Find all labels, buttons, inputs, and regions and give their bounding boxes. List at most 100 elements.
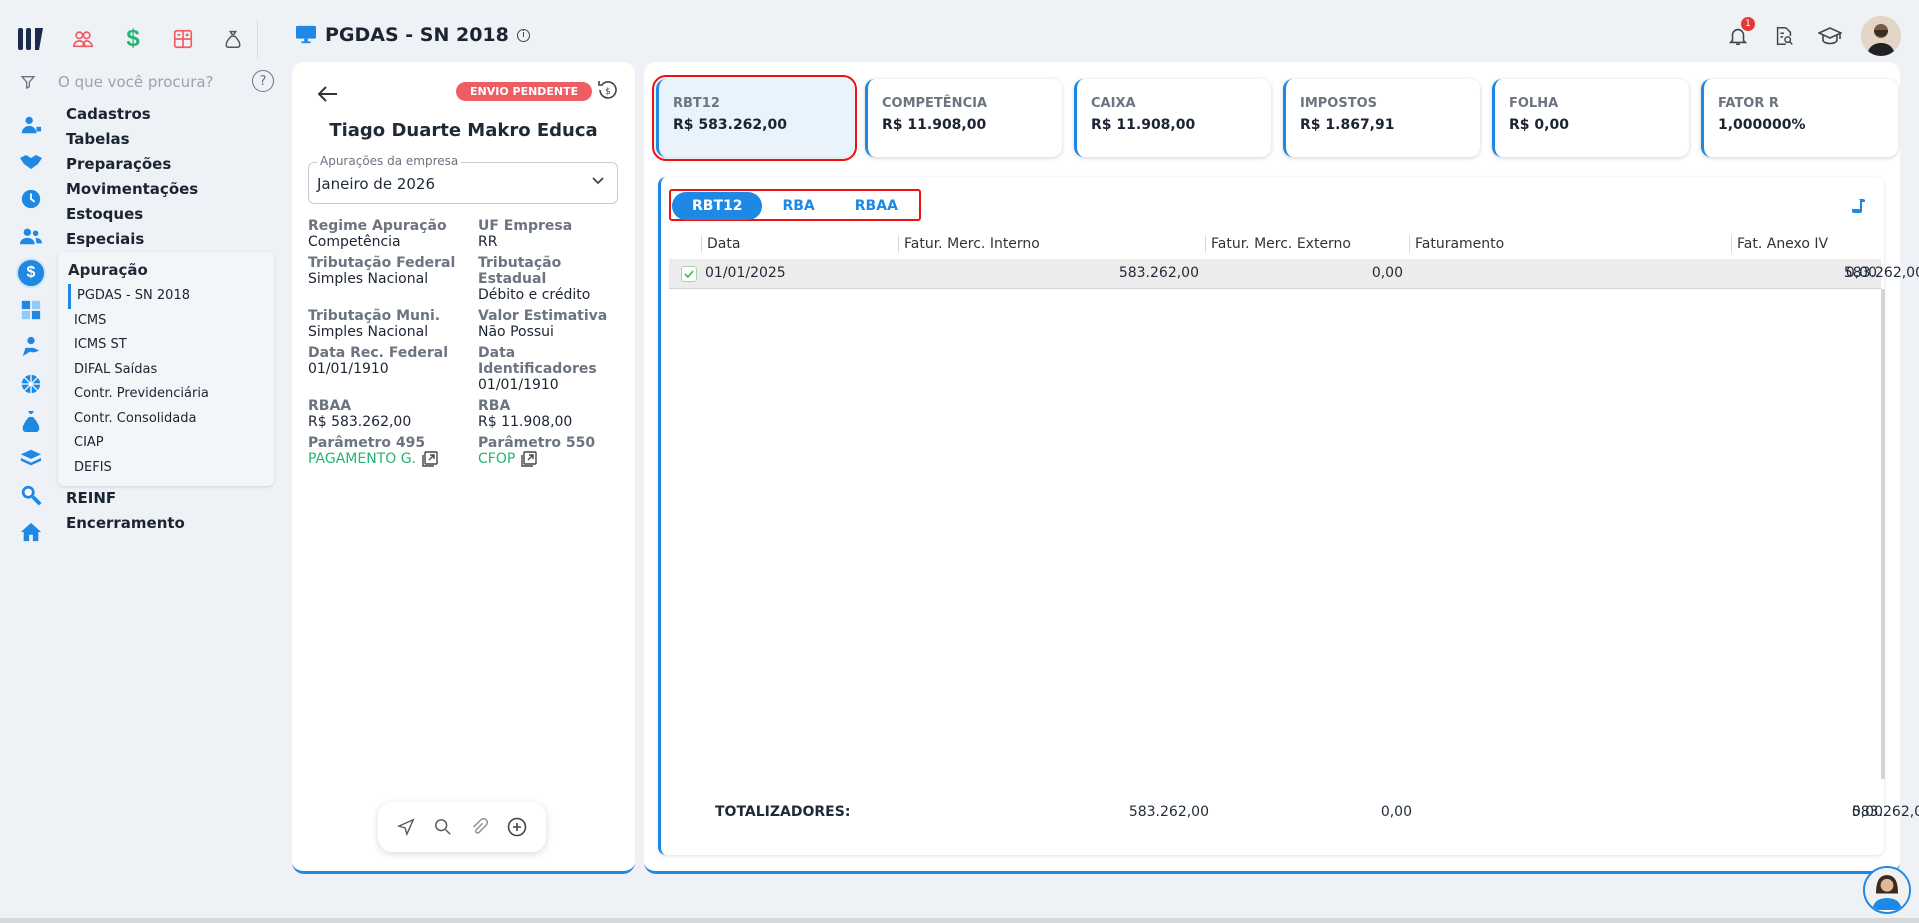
magnifier-icon[interactable] <box>16 480 46 510</box>
hand-coin-icon[interactable] <box>16 332 46 362</box>
apuracoes-value: Janeiro de 2026 <box>317 175 435 193</box>
parametro-550-link[interactable]: CFOP <box>478 451 628 467</box>
sidebar-menu: Cadastros Tabelas Preparações Movimentaç… <box>58 102 286 536</box>
attachment-icon[interactable] <box>470 818 489 836</box>
tab-rba[interactable]: RBA <box>762 192 834 220</box>
money-bag-blue-icon[interactable] <box>16 406 46 436</box>
submenu-item-icms[interactable]: ICMS <box>58 309 274 334</box>
parametro-495-link[interactable]: PAGAMENTO G. <box>308 451 478 467</box>
graduation-cap-icon[interactable] <box>1815 21 1845 51</box>
layers-icon[interactable] <box>16 443 46 473</box>
parametro-495-value[interactable]: PAGAMENTO G. <box>308 451 416 467</box>
chevron-down-icon[interactable] <box>591 174 605 192</box>
team-icon[interactable] <box>16 221 46 251</box>
tab-rbaa[interactable]: RBAA <box>835 192 918 220</box>
card-label: COMPETÊNCIA <box>882 96 988 111</box>
open-external-icon[interactable] <box>521 451 537 467</box>
submenu-item-contr-consolidada[interactable]: Contr. Consolidada <box>58 407 274 432</box>
card-impostos[interactable]: IMPOSTOS R$ 1.867,91 <box>1283 79 1480 157</box>
user-avatar[interactable] <box>1861 16 1901 56</box>
add-circle-icon[interactable] <box>507 817 527 837</box>
field-label: Regime Apuração <box>308 218 447 234</box>
submenu-item-pgdas[interactable]: PGDAS - SN 2018 <box>68 284 274 309</box>
column-header-externo[interactable]: Fatur. Merc. Externo <box>1205 235 1351 253</box>
submenu-item-contr-previdenciaria[interactable]: Contr. Previdenciária <box>58 382 274 407</box>
card-fator-r[interactable]: FATOR R 1,000000% <box>1701 79 1898 157</box>
card-caixa[interactable]: CAIXA R$ 11.908,00 <box>1074 79 1271 157</box>
card-rbt12[interactable]: RBT12 R$ 583.262,00 <box>652 75 857 161</box>
clock-icon[interactable] <box>16 184 46 214</box>
users-icon[interactable] <box>64 22 102 56</box>
card-label: FATOR R <box>1718 96 1779 111</box>
field-value: Simples Nacional <box>308 271 429 287</box>
sidebar-item-especiais[interactable]: Especiais <box>66 227 286 252</box>
dollar-icon[interactable]: $ <box>114 22 152 56</box>
card-value: R$ 11.908,00 <box>1091 117 1196 133</box>
search-input[interactable]: O que você procura? <box>58 73 214 91</box>
card-value: 1,000000% <box>1718 117 1806 133</box>
page-title-text: PGDAS - SN 2018 <box>325 24 509 46</box>
open-external-icon[interactable] <box>422 451 438 467</box>
column-header-anexo-iv[interactable]: Fat. Anexo IV <box>1731 235 1828 253</box>
back-arrow-icon[interactable] <box>317 84 338 109</box>
sidebar-item-cadastros[interactable]: Cadastros <box>66 102 286 127</box>
card-label: IMPOSTOS <box>1300 96 1377 111</box>
table-scrollbar[interactable] <box>1881 289 1885 779</box>
submenu-item-icms-st[interactable]: ICMS ST <box>58 333 274 358</box>
status-badge: ENVIO PENDENTE <box>456 82 593 101</box>
filter-icon[interactable] <box>20 74 36 90</box>
card-competencia[interactable]: COMPETÊNCIA R$ 11.908,00 <box>865 79 1062 157</box>
tab-bar: RBT12 RBA RBAA <box>669 189 921 221</box>
send-icon[interactable] <box>397 818 415 836</box>
sidebar-item-estoques[interactable]: Estoques <box>66 202 286 227</box>
sidebar-search[interactable]: O que você procura? ? <box>20 68 280 96</box>
sidebar-item-movimentacoes[interactable]: Movimentações <box>66 177 286 202</box>
field-value: Não Possui <box>478 324 554 340</box>
sidebar-rail: $ <box>16 110 46 554</box>
tab-rbt12[interactable]: RBT12 <box>672 192 763 220</box>
parametro-550-value[interactable]: CFOP <box>478 451 515 467</box>
money-bag-icon[interactable] <box>214 22 252 56</box>
field-label: Tributação Estadual <box>478 255 562 287</box>
column-header-faturamento[interactable]: Faturamento <box>1409 235 1504 253</box>
divider <box>257 20 258 58</box>
field-value: 01/01/1910 <box>308 361 389 377</box>
row-checkbox[interactable] <box>681 266 697 282</box>
sidebar-item-apuracao[interactable]: Apuração <box>58 256 274 284</box>
column-header-interno[interactable]: Fatur. Merc. Interno <box>898 235 1040 253</box>
submenu-item-difal[interactable]: DIFAL Saídas <box>58 358 274 383</box>
export-scroll-icon[interactable] <box>1850 197 1868 219</box>
card-folha[interactable]: FOLHA R$ 0,00 <box>1492 79 1689 157</box>
sidebar-item-encerramento[interactable]: Encerramento <box>66 511 286 536</box>
apuracoes-label: Apurações da empresa <box>317 154 462 168</box>
handshake-icon[interactable] <box>16 147 46 177</box>
sidebar-item-reinf[interactable]: REINF <box>66 486 286 511</box>
home-icon[interactable] <box>16 517 46 547</box>
app-logo[interactable] <box>16 24 46 54</box>
sidebar-item-preparacoes[interactable]: Preparações <box>66 152 286 177</box>
column-header-data[interactable]: Data <box>701 235 740 253</box>
network-icon[interactable] <box>16 369 46 399</box>
company-name: Tiago Duarte Makro Educa <box>329 120 598 141</box>
report-search-icon[interactable] <box>1769 21 1799 51</box>
dollar-circle-icon[interactable]: $ <box>16 258 46 288</box>
support-avatar[interactable] <box>1863 866 1911 914</box>
cell-data: 01/01/2025 <box>705 265 786 281</box>
table-row[interactable]: 01/01/2025 583.262,00 0,00 583.262,00 0,… <box>669 259 1919 289</box>
cell-interno: 583.262,00 <box>1118 265 1199 281</box>
person-add-icon[interactable] <box>16 110 46 140</box>
calculator-grid-icon[interactable] <box>16 295 46 325</box>
field-label: UF Empresa <box>478 218 573 234</box>
submenu-item-defis[interactable]: DEFIS <box>58 456 274 481</box>
sidebar-item-tabelas[interactable]: Tabelas <box>66 127 286 152</box>
cell-externo: 0,00 <box>1371 265 1403 281</box>
svg-text:$: $ <box>605 87 611 97</box>
calculator-icon[interactable] <box>164 22 202 56</box>
search-icon[interactable] <box>434 818 452 836</box>
apuracoes-select[interactable]: Apurações da empresa Janeiro de 2026 <box>308 154 618 204</box>
notifications-bell-icon[interactable]: 1 <box>1723 17 1755 51</box>
info-icon[interactable]: i <box>516 28 530 42</box>
history-icon[interactable]: $ <box>596 78 620 102</box>
help-icon[interactable]: ? <box>252 70 274 92</box>
submenu-item-ciap[interactable]: CIAP <box>58 431 274 456</box>
